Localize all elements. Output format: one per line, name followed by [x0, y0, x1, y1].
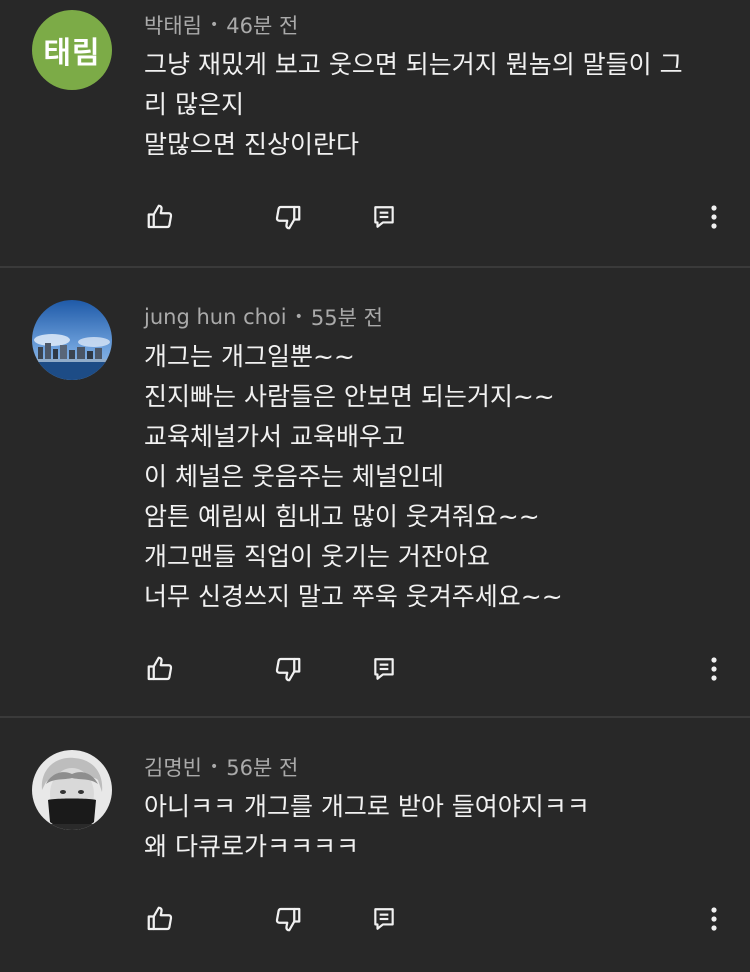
comment-meta: jung hun choi • 55분 전: [144, 302, 383, 332]
comment-line: 말많으면 진상이란다: [144, 130, 359, 159]
comment-line: 왜 다큐로가ㅋㅋㅋㅋ: [144, 832, 359, 861]
comment: 김명빈 • 56분 전 아니ㅋㅋ 개그를 개그로 받아 들여야지ㅋㅋ 왜 다큐로…: [0, 718, 750, 972]
comment-actions: [0, 899, 750, 939]
comment-line: 아니ㅋㅋ 개그를 개그로 받아 들여야지ㅋㅋ: [144, 792, 590, 821]
timestamp[interactable]: 56분 전: [226, 752, 298, 782]
author-name[interactable]: 박태림: [144, 10, 202, 40]
reply-button[interactable]: [364, 899, 404, 939]
reply-button[interactable]: [364, 649, 404, 689]
more-options-button[interactable]: [694, 649, 734, 689]
more-options-button[interactable]: [694, 899, 734, 939]
comment-line: 교육체널가서 교육배우고: [144, 422, 405, 451]
like-button[interactable]: [140, 197, 180, 237]
comment-actions: [0, 197, 750, 237]
more-vertical-icon: [711, 657, 717, 681]
comment-line: 리 많은지: [144, 90, 244, 119]
comment-line: 그냥 재밌게 보고 웃으면 되는거지 뭔놈의 말들이 그: [144, 50, 683, 79]
separator-dot: •: [209, 17, 219, 33]
avatar[interactable]: [32, 750, 112, 830]
comment-text: 개그는 개그일뿐~~ 진지빠는 사람들은 안보면 되는거지~~ 교육체널가서 교…: [144, 337, 724, 617]
separator-dot: •: [209, 759, 219, 775]
reply-comment-icon: [374, 206, 394, 228]
comment-text: 그냥 재밌게 보고 웃으면 되는거지 뭔놈의 말들이 그 리 많은지 말많으면 …: [144, 45, 724, 165]
avatar[interactable]: 태림: [32, 10, 112, 90]
timestamp[interactable]: 55분 전: [311, 302, 383, 332]
thumbs-up-icon: [147, 906, 173, 931]
comment-line: 개그는 개그일뿐~~: [144, 342, 355, 371]
timestamp[interactable]: 46분 전: [226, 10, 298, 40]
dislike-button[interactable]: [268, 197, 308, 237]
comment-line: 진지빠는 사람들은 안보면 되는거지~~: [144, 382, 555, 411]
author-name[interactable]: 김명빈: [144, 752, 202, 782]
comment-text: 아니ㅋㅋ 개그를 개그로 받아 들여야지ㅋㅋ 왜 다큐로가ㅋㅋㅋㅋ: [144, 787, 724, 867]
comment-meta: 박태림 • 46분 전: [144, 10, 298, 40]
like-button[interactable]: [140, 899, 180, 939]
author-name[interactable]: jung hun choi: [144, 305, 287, 329]
more-vertical-icon: [711, 205, 717, 229]
thumbs-down-icon: [275, 657, 301, 682]
more-options-button[interactable]: [694, 197, 734, 237]
reply-button[interactable]: [364, 197, 404, 237]
dislike-button[interactable]: [268, 649, 308, 689]
comment: 태림 박태림 • 46분 전 그냥 재밌게 보고 웃으면 되는거지 뭔놈의 말들…: [0, 0, 750, 266]
thumbs-up-icon: [147, 204, 173, 229]
comment: jung hun choi • 55분 전 개그는 개그일뿐~~ 진지빠는 사람…: [0, 268, 750, 716]
more-vertical-icon: [711, 907, 717, 931]
avatar[interactable]: [32, 300, 112, 380]
separator-dot: •: [294, 309, 303, 325]
reply-comment-icon: [374, 908, 394, 930]
comment-line: 암튼 예림씨 힘내고 많이 웃겨줘요~~: [144, 502, 540, 531]
masked-person-photo: [32, 750, 112, 830]
like-button[interactable]: [140, 649, 180, 689]
dislike-button[interactable]: [268, 899, 308, 939]
comment-actions: [0, 649, 750, 689]
thumbs-down-icon: [275, 907, 301, 932]
thumbs-down-icon: [275, 205, 301, 230]
thumbs-up-icon: [147, 656, 173, 681]
comment-line: 개그맨들 직업이 웃기는 거잔아요: [144, 542, 490, 571]
comment-meta: 김명빈 • 56분 전: [144, 752, 298, 782]
city-skyline-photo: [32, 300, 112, 380]
comment-line: 너무 신경쓰지 말고 쭈욱 웃겨주세요~~: [144, 582, 563, 611]
reply-comment-icon: [374, 658, 394, 680]
comment-line: 이 체널은 웃음주는 체널인데: [144, 462, 444, 491]
